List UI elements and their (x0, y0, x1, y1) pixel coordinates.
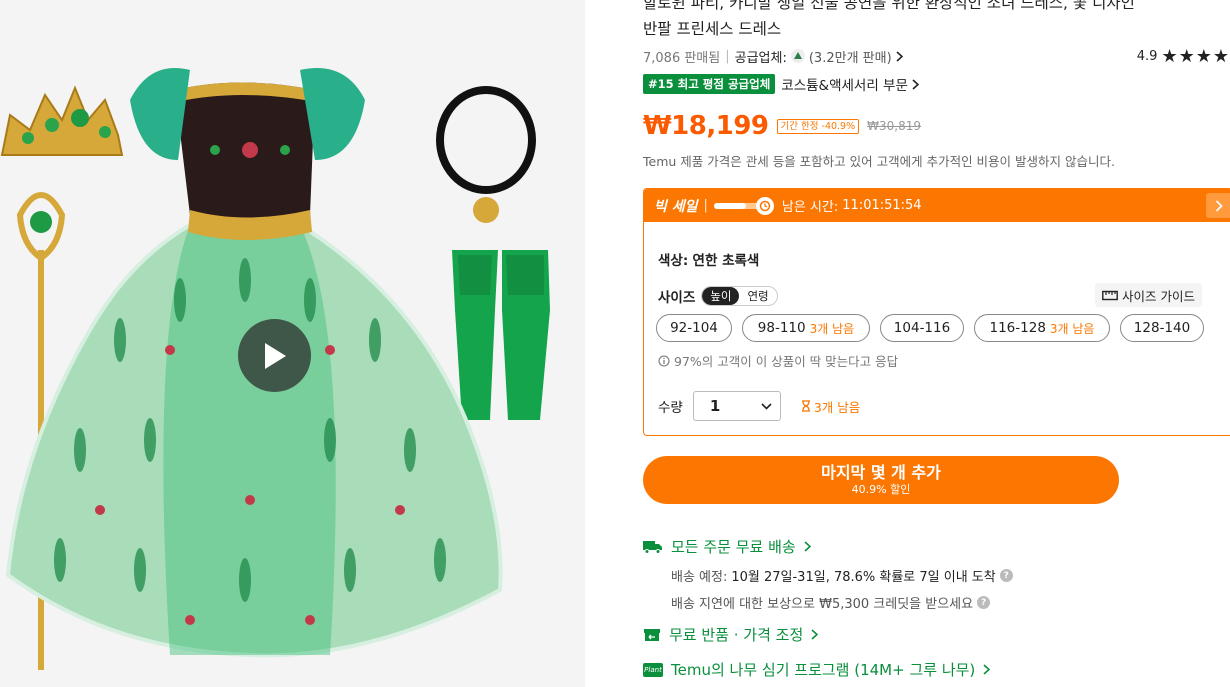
color-label: 색상: (658, 253, 689, 269)
rating-value: 4.9 (1136, 48, 1158, 64)
size-option-104-116[interactable]: 104-116 (880, 314, 964, 342)
size-option-label: 104-116 (893, 320, 951, 336)
chevron-right-icon (983, 664, 991, 675)
plant-icon: Plant (643, 662, 663, 677)
original-price: ₩30,819 (867, 119, 921, 133)
add-to-cart-button[interactable]: 마지막 몇 개 추가 40.9% 할인 (643, 456, 1119, 504)
fit-note-text: 97%의 고객이 이 상품이 딱 맞는다고 응답 (674, 354, 899, 369)
timer-icon (755, 196, 774, 215)
size-header: 사이즈 높이 연령 사이즈 가이드 (658, 283, 1218, 307)
timer-progress (713, 196, 774, 215)
color-row: 색상: 연한 초록색 (658, 249, 759, 269)
timer-prefix: 남은 시간: (781, 200, 839, 215)
size-option-128-140[interactable]: 128-140 (1120, 314, 1204, 342)
current-price: ₩18,199 (643, 111, 769, 141)
play-icon (264, 342, 286, 369)
size-option-label: 116-128 (989, 320, 1046, 336)
stock-left: 3개 남음 (801, 397, 860, 416)
size-option-stock: 3개 남음 (809, 321, 855, 336)
free-returns-label: 무료 반품 · 가격 조정 (669, 626, 804, 644)
gloves-icon (452, 250, 550, 420)
dropdown-chevron-icon (761, 402, 772, 410)
delivery-eta: 배송 예정: 10월 27일-31일, 78.6% 확률로 7일 이내 도착 ? (671, 566, 1013, 585)
size-option-stock: 3개 남음 (1049, 321, 1095, 336)
supplier-sales: (3.2만개 판매) (808, 50, 892, 66)
quantity-row: 수량 1 3개 남음 (658, 391, 860, 421)
supplier-link[interactable]: 공급업체: (3.2만개 판매) (735, 47, 903, 66)
limited-discount-tag: 기간 한정 -40.9% (776, 118, 860, 134)
product-title: 할로윈 파티, 카니발 생일 선물 공연을 위한 환상적인 소녀 드레스, 꽃 … (643, 0, 1203, 42)
divider: | (703, 198, 708, 213)
add-to-cart-label: 마지막 몇 개 추가 (821, 463, 941, 482)
delay-credit-text: 배송 지연에 대한 보상으로 ₩5,300 크레딧을 받으세요 (671, 597, 974, 612)
size-mode-toggle: 높이 연령 (701, 286, 778, 306)
fit-note: 97%의 고객이 이 상품이 딱 맞는다고 응답 (658, 351, 898, 370)
size-mode-age[interactable]: 연령 (739, 287, 776, 305)
size-mode-height[interactable]: 높이 (702, 287, 740, 305)
star-icon: ★★★★ (1161, 45, 1230, 67)
product-image[interactable] (0, 0, 585, 687)
big-sale-title: 빅 세일 (654, 198, 698, 215)
add-to-cart-discount: 40.9% 할인 (851, 483, 911, 496)
size-option-label: 98-110 (757, 320, 806, 336)
delivery-eta-prefix: 배송 예정: (671, 570, 728, 585)
quantity-label: 수량 (658, 400, 683, 416)
free-shipping-link[interactable]: 모든 주문 무료 배송 (643, 536, 811, 557)
size-guide-button[interactable]: 사이즈 가이드 (1095, 283, 1202, 307)
divider: | (725, 48, 730, 64)
timer-value: 11:01:51:54 (842, 198, 922, 213)
size-option-label: 128-140 (1133, 320, 1191, 336)
free-shipping-label: 모든 주문 무료 배송 (671, 538, 796, 556)
info-icon (658, 354, 670, 367)
size-options: 92-104 98-110 3개 남음 104-116 116-128 3개 남… (656, 314, 1204, 342)
badge-row: #15 최고 평점 공급업체 코스튬&액세서리 부문 (643, 74, 920, 94)
delivery-eta-value: 10월 27일-31일, 78.6% 확률로 7일 이내 도착 (731, 570, 996, 585)
chevron-right-icon (811, 629, 819, 640)
color-value: 연한 초록색 (692, 253, 760, 269)
product-title-line-2: 반팔 프린세스 드레스 (643, 20, 782, 38)
necklace-icon (436, 86, 536, 223)
category-link-label: 코스튬&액세서리 부문 (781, 78, 908, 94)
quantity-value: 1 (709, 397, 721, 415)
size-option-92-104[interactable]: 92-104 (656, 314, 732, 342)
chevron-right-icon (804, 541, 811, 552)
sale-arrow-button[interactable] (1206, 193, 1230, 218)
rank-badge: #15 최고 평점 공급업체 (643, 74, 776, 94)
chevron-right-icon (912, 79, 920, 90)
size-option-98-110[interactable]: 98-110 3개 남음 (742, 314, 870, 342)
price-row: ₩18,199 기간 한정 -40.9% ₩30,819 (643, 108, 921, 144)
sold-count: 7,086 판매됨 (643, 50, 721, 66)
category-link[interactable]: 코스튬&액세서리 부문 (781, 74, 920, 94)
size-option-label: 92-104 (670, 320, 718, 336)
quantity-select[interactable]: 1 (692, 391, 781, 421)
tree-program-label: Temu의 나무 심기 프로그램 (14M+ 그루 나무) (671, 661, 976, 679)
chevron-right-icon (896, 50, 903, 62)
meta-row: 7,086 판매됨 | 공급업체: (3.2만개 판매) 4.9 ★★★★ (643, 46, 1230, 67)
size-option-116-128[interactable]: 116-128 3개 남음 (974, 314, 1110, 342)
question-icon[interactable]: ? (977, 596, 991, 609)
big-sale-box: 빅 세일 | 남은 시간: 11:01:51:54 색상: 연한 초록색 사이즈… (643, 188, 1230, 436)
product-info: 할로윈 파티, 카니발 생일 선물 공연을 위한 환상적인 소녀 드레스, 꽃 … (643, 0, 1230, 687)
size-guide-label: 사이즈 가이드 (1122, 288, 1195, 304)
supplier-label: 공급업체: (734, 50, 787, 66)
hourglass-icon (801, 400, 810, 412)
rating[interactable]: 4.9 ★★★★ (1137, 46, 1230, 67)
supplier-avatar-icon (790, 49, 805, 63)
timer-progress-fill (713, 202, 747, 209)
question-icon[interactable]: ? (999, 569, 1013, 582)
ruler-icon (1102, 290, 1118, 300)
free-returns-link[interactable]: 무료 반품 · 가격 조정 (643, 624, 819, 645)
tiara-icon (0, 85, 124, 156)
stock-left-text: 3개 남음 (813, 399, 861, 415)
delay-credit: 배송 지연에 대한 보상으로 ₩5,300 크레딧을 받으세요 ? (671, 593, 991, 612)
size-label: 사이즈 (658, 290, 696, 306)
big-sale-bar: 빅 세일 | 남은 시간: 11:01:51:54 (644, 189, 1230, 222)
tax-note: Temu 제품 가격은 관세 등을 포함하고 있어 고객에게 추가적인 비용이 … (643, 154, 1115, 169)
tree-program-link[interactable]: Plant Temu의 나무 심기 프로그램 (14M+ 그루 나무) (643, 659, 991, 680)
truck-icon (643, 540, 662, 554)
return-box-icon (644, 628, 660, 641)
chevron-right-icon (1215, 199, 1223, 212)
video-play-button[interactable] (238, 319, 311, 392)
product-title-line-1: 할로윈 파티, 카니발 생일 선물 공연을 위한 환상적인 소녀 드레스, 꽃 … (643, 0, 1135, 12)
